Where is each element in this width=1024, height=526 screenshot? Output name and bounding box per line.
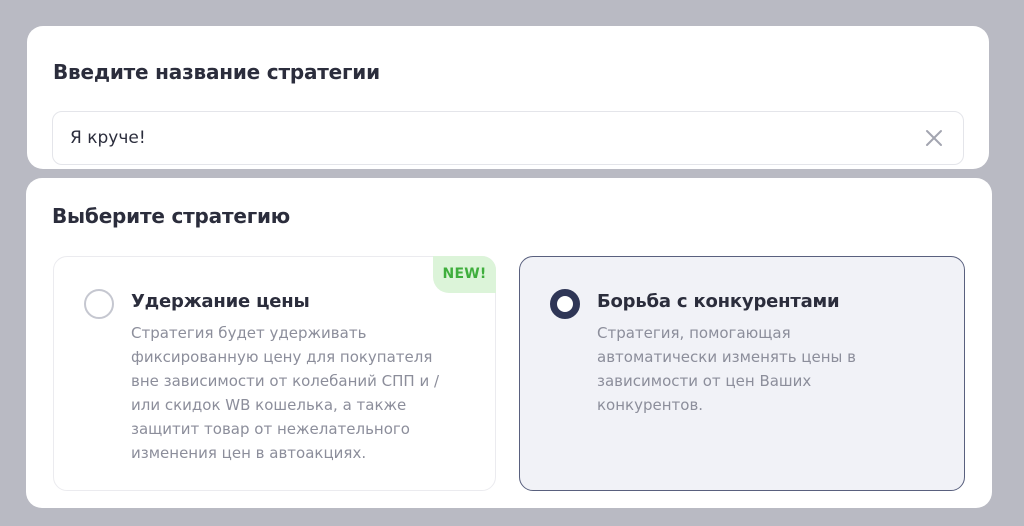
- strategy-name-input[interactable]: [70, 112, 890, 164]
- strategy-option-price-hold[interactable]: NEW! Удержание цены Стратегия будет удер…: [53, 256, 496, 491]
- radio-button-checked[interactable]: [550, 289, 580, 319]
- new-badge: NEW!: [433, 256, 496, 293]
- strategy-name-field[interactable]: [52, 111, 964, 165]
- strategy-name-card: Введите название стратегии: [27, 26, 989, 169]
- radio-button-unchecked[interactable]: [84, 289, 114, 319]
- option-title: Борьба с конкурентами: [597, 291, 840, 312]
- option-description: Стратегия, помогающая автоматически изме…: [597, 324, 856, 414]
- strategy-option-competitors[interactable]: Борьба с конкурентами Стратегия, помогаю…: [519, 256, 965, 491]
- strategy-select-card: Выберите стратегию NEW! Удержание цены С…: [26, 178, 992, 508]
- strategy-name-title: Введите название стратегии: [53, 60, 380, 84]
- option-title: Удержание цены: [131, 291, 310, 312]
- option-description: Стратегия будет удерживать фиксированную…: [131, 324, 440, 462]
- strategy-select-title: Выберите стратегию: [52, 204, 291, 228]
- close-icon[interactable]: [923, 127, 945, 149]
